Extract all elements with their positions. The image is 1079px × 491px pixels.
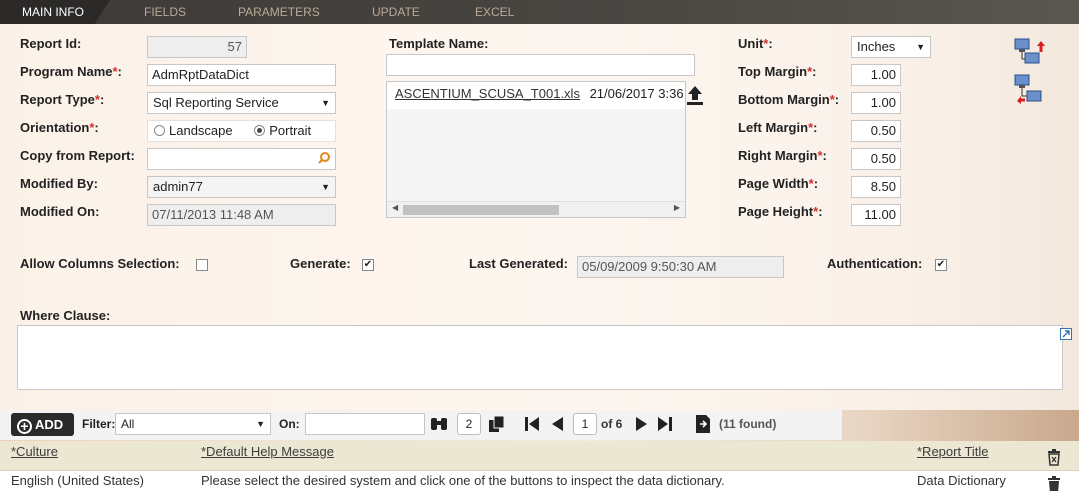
upload-icon[interactable]	[685, 84, 705, 106]
next-page-icon[interactable]	[632, 415, 650, 433]
chevron-down-icon: ▼	[256, 419, 265, 429]
tab-parameters[interactable]: PARAMETERS	[238, 0, 320, 24]
allow-columns-selection-checkbox[interactable]	[196, 259, 208, 271]
chevron-down-icon: ▼	[321, 98, 330, 108]
trash-icon[interactable]	[1046, 476, 1062, 491]
where-clause-label: Where Clause:	[20, 308, 111, 323]
horizontal-scrollbar[interactable]: ◀ ▶	[387, 201, 685, 217]
where-clause-textarea[interactable]	[17, 325, 1063, 390]
report-id-label: Report Id:	[20, 36, 82, 51]
found-count: (11 found)	[719, 417, 777, 431]
column-report-title[interactable]: *Report Title	[917, 444, 989, 459]
binoculars-icon[interactable]	[429, 415, 449, 433]
copy-from-report-field[interactable]	[147, 148, 336, 170]
right-margin-field[interactable]: 0.50	[851, 148, 901, 170]
on-search-input[interactable]	[305, 413, 425, 435]
top-margin-field[interactable]: 1.00	[851, 64, 901, 86]
export-icon[interactable]	[694, 414, 712, 434]
unit-value: Inches	[857, 39, 896, 54]
modified-on-label: Modified On:	[20, 204, 100, 219]
report-type-select[interactable]: Sql Reporting Service ▼	[147, 92, 336, 114]
filter-value: All	[121, 417, 135, 431]
rows-per-page-field[interactable]: 2	[457, 413, 481, 435]
filter-label: Filter:	[82, 417, 116, 431]
portrait-radio[interactable]: Portrait	[254, 123, 311, 138]
on-label: On:	[279, 417, 300, 431]
page-height-field[interactable]: 11.00	[851, 204, 901, 226]
chevron-down-icon: ▼	[916, 42, 925, 52]
bottom-margin-label: Bottom Margin*:	[738, 92, 840, 107]
page-width-label: Page Width*:	[738, 176, 819, 191]
table-row[interactable]: English (United States) Please select th…	[0, 471, 1079, 491]
network-download-icon[interactable]	[1013, 73, 1047, 105]
template-file-link[interactable]: ASCENTIUM_SCUSA_T001.xls	[395, 86, 580, 101]
scroll-right-icon[interactable]: ▶	[674, 203, 680, 212]
unit-select[interactable]: Inches ▼	[851, 36, 931, 58]
modified-by-value: admin77	[153, 179, 203, 194]
landscape-radio[interactable]: Landscape	[154, 123, 233, 138]
tab-update[interactable]: UPDATE	[372, 0, 420, 24]
cell-report-title: Data Dictionary	[917, 473, 1006, 488]
left-margin-field[interactable]: 0.50	[851, 120, 901, 142]
column-culture[interactable]: *Culture	[11, 444, 58, 459]
right-margin-label: Right Margin*:	[738, 148, 827, 163]
report-type-label: Report Type*:	[20, 92, 105, 107]
expand-icon[interactable]	[1060, 328, 1072, 340]
modified-by-select[interactable]: admin77 ▼	[147, 176, 336, 198]
template-file-row[interactable]: ASCENTIUM_SCUSA_T001.xls 21/06/2017 3:36	[387, 82, 685, 109]
orientation-group: Landscape Portrait	[147, 120, 336, 142]
first-page-icon[interactable]	[523, 415, 541, 433]
scrollbar-thumb[interactable]	[403, 205, 559, 215]
template-name-field[interactable]	[386, 54, 695, 76]
last-generated-label: Last Generated:	[469, 256, 568, 271]
chevron-down-icon: ▼	[321, 182, 330, 192]
report-id-field: 57	[147, 36, 247, 58]
last-page-icon[interactable]	[656, 415, 674, 433]
tab-fields[interactable]: FIELDS	[144, 0, 186, 24]
generate-label: Generate:	[290, 256, 351, 271]
add-button[interactable]: + ADD	[11, 413, 74, 436]
unit-label: Unit*:	[738, 36, 773, 51]
template-file-date: 21/06/2017 3:36	[589, 86, 684, 101]
page-width-field[interactable]: 8.50	[851, 176, 901, 198]
template-name-label: Template Name:	[389, 36, 489, 51]
copy-from-report-label: Copy from Report:	[20, 148, 135, 163]
last-generated-field: 05/09/2009 9:50:30 AM	[577, 256, 784, 278]
top-margin-label: Top Margin*:	[738, 64, 817, 79]
prev-page-icon[interactable]	[549, 415, 567, 433]
copy-icon[interactable]	[487, 415, 507, 433]
authentication-checkbox[interactable]: ✔	[935, 259, 947, 271]
report-type-value: Sql Reporting Service	[153, 95, 279, 110]
scroll-left-icon[interactable]: ◀	[392, 203, 398, 212]
filter-select[interactable]: All ▼	[115, 413, 271, 435]
page-height-label: Page Height*:	[738, 204, 823, 219]
orientation-label: Orientation*:	[20, 120, 99, 135]
tab-excel[interactable]: EXCEL	[475, 0, 514, 24]
cell-default-help-message: Please select the desired system and cli…	[201, 473, 725, 488]
generate-checkbox[interactable]: ✔	[362, 259, 374, 271]
program-name-field[interactable]: AdmRptDataDict	[147, 64, 336, 86]
left-margin-label: Left Margin*:	[738, 120, 818, 135]
modified-by-label: Modified By:	[20, 176, 98, 191]
column-default-help-message[interactable]: *Default Help Message	[201, 444, 334, 459]
search-icon[interactable]	[316, 150, 332, 166]
current-page-field[interactable]: 1	[573, 413, 597, 435]
template-file-list[interactable]: ASCENTIUM_SCUSA_T001.xls 21/06/2017 3:36…	[386, 81, 686, 218]
network-upload-icon[interactable]	[1013, 37, 1047, 67]
delete-filter-icon[interactable]	[1046, 448, 1062, 466]
bottom-margin-field[interactable]: 1.00	[851, 92, 901, 114]
program-name-label: Program Name*:	[20, 64, 122, 79]
tab-bar: MAIN INFO FIELDS PARAMETERS UPDATE EXCEL	[0, 0, 1079, 24]
cell-culture: English (United States)	[11, 473, 144, 488]
allow-columns-selection-label: Allow Columns Selection:	[20, 256, 180, 271]
authentication-label: Authentication:	[827, 256, 923, 271]
plus-icon: +	[17, 419, 32, 434]
page-count-text: of 6	[601, 417, 623, 431]
grid-header: *Culture *Default Help Message *Report T…	[0, 441, 1079, 471]
modified-on-field: 07/11/2013 11:48 AM	[147, 204, 336, 226]
tab-main-info[interactable]: MAIN INFO	[0, 0, 110, 24]
